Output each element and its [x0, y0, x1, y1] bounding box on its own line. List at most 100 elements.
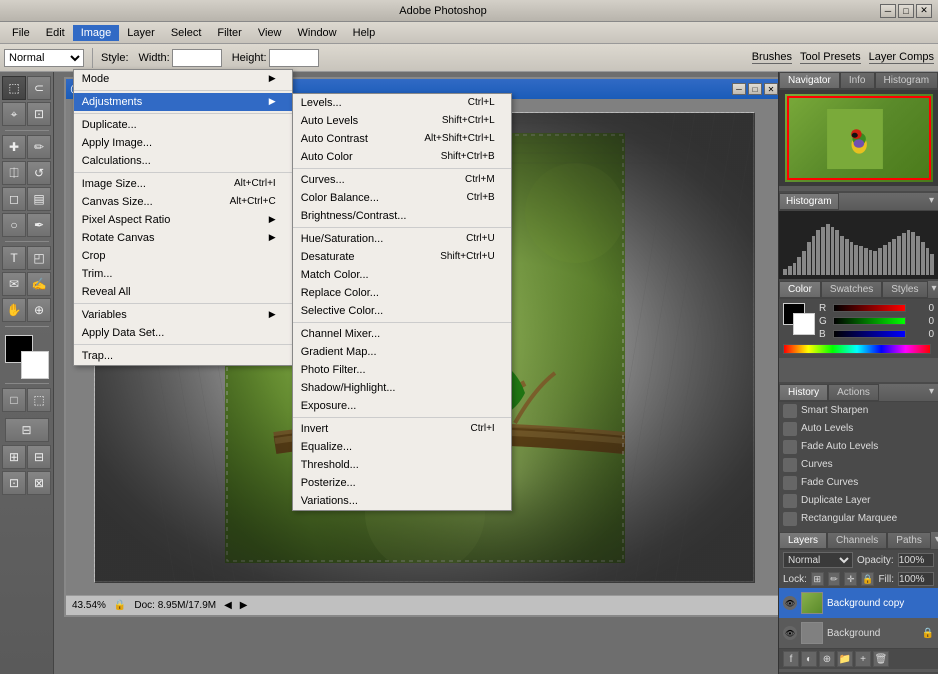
history-item-duplicate-layer[interactable]: Duplicate Layer	[779, 492, 938, 510]
history-item-fade-auto-levels[interactable]: Fade Auto Levels	[779, 438, 938, 456]
menu-pixel-aspect-ratio[interactable]: Pixel Aspect Ratio▶	[74, 211, 292, 229]
tab-info[interactable]: Info	[840, 72, 875, 89]
layer-adjustment-btn[interactable]: ⊕	[819, 651, 835, 667]
menu-select[interactable]: Select	[163, 25, 210, 41]
adj-selective-color[interactable]: Selective Color...	[293, 302, 511, 320]
tool-extra3[interactable]: ⊡	[2, 471, 26, 495]
fill-input[interactable]	[898, 572, 934, 586]
adj-color-balance[interactable]: Color Balance...Ctrl+B	[293, 189, 511, 207]
width-input[interactable]	[172, 49, 222, 67]
menu-view[interactable]: View	[250, 25, 290, 41]
menu-canvas-size[interactable]: Canvas Size...Alt+Ctrl+C	[74, 193, 292, 211]
adj-brightness-contrast[interactable]: Brightness/Contrast...	[293, 207, 511, 225]
doc-maximize-btn[interactable]: □	[748, 83, 762, 95]
b-slider[interactable]	[833, 330, 906, 338]
lock-image-btn[interactable]: ✏	[828, 572, 841, 586]
menu-crop[interactable]: Crop	[74, 247, 292, 265]
adj-invert[interactable]: InvertCtrl+I	[293, 420, 511, 438]
tool-eyedropper[interactable]: ✍	[27, 272, 51, 296]
history-item-auto-levels[interactable]: Auto Levels	[779, 420, 938, 438]
layer-mask-btn[interactable]: ◐	[801, 651, 817, 667]
hist-panel-menu[interactable]: ▾	[925, 193, 938, 210]
history-item-rect-marquee[interactable]: Rectangular Marquee	[779, 510, 938, 528]
menu-image[interactable]: Image Mode▶ Adjustments▶ Levels...Ctrl+L…	[73, 25, 120, 41]
tool-dodge[interactable]: ○	[2, 213, 26, 237]
tool-extra4[interactable]: ⊠	[27, 471, 51, 495]
close-button[interactable]: ✕	[916, 4, 932, 18]
layer-style-btn[interactable]: f	[783, 651, 799, 667]
g-slider[interactable]	[833, 317, 906, 325]
tool-slice[interactable]: ⊡	[27, 102, 51, 126]
menu-variables[interactable]: Variables▶	[74, 306, 292, 324]
adj-levels[interactable]: Levels...Ctrl+L	[293, 94, 511, 112]
layer-group-btn[interactable]: 📁	[837, 651, 853, 667]
menu-window[interactable]: Window	[290, 25, 345, 41]
minimize-button[interactable]: ─	[880, 4, 896, 18]
layer-eye-icon[interactable]: 👁	[783, 626, 797, 640]
tool-eraser[interactable]: ◻	[2, 187, 26, 211]
adj-curves[interactable]: Curves...Ctrl+M	[293, 171, 511, 189]
layer-delete-btn[interactable]: 🗑	[873, 651, 889, 667]
adj-replace-color[interactable]: Replace Color...	[293, 284, 511, 302]
tab-navigator[interactable]: Navigator	[779, 72, 840, 89]
tool-marquee[interactable]: ⬚	[2, 76, 26, 100]
adj-desaturate[interactable]: DesaturateShift+Ctrl+U	[293, 248, 511, 266]
layer-item-background-copy[interactable]: 👁 Background copy	[779, 588, 938, 618]
height-input[interactable]	[269, 49, 319, 67]
menu-trim[interactable]: Trim...	[74, 265, 292, 283]
tab-color[interactable]: Color	[779, 281, 821, 298]
lock-transparent-btn[interactable]: ⊞	[811, 572, 824, 586]
tool-text[interactable]: T	[2, 246, 26, 270]
adj-channel-mixer[interactable]: Channel Mixer...	[293, 325, 511, 343]
doc-minimize-btn[interactable]: ─	[732, 83, 746, 95]
color-panel-menu[interactable]: ▾	[928, 281, 938, 298]
menu-file[interactable]: File	[4, 25, 38, 41]
tab-styles[interactable]: Styles	[882, 281, 927, 298]
tab-layers[interactable]: Layers	[779, 532, 827, 549]
maximize-button[interactable]: □	[898, 4, 914, 18]
scroll-left-btn[interactable]: ◀	[224, 600, 232, 611]
adj-photo-filter[interactable]: Photo Filter...	[293, 361, 511, 379]
menu-help[interactable]: Help	[345, 25, 384, 41]
menu-reveal-all[interactable]: Reveal All	[74, 283, 292, 301]
menu-rotate-canvas[interactable]: Rotate Canvas▶	[74, 229, 292, 247]
tool-presets-label[interactable]: Tool Presets	[800, 51, 861, 64]
adj-exposure[interactable]: Exposure...	[293, 397, 511, 415]
tool-hand[interactable]: ✋	[2, 298, 26, 322]
adj-auto-contrast[interactable]: Auto ContrastAlt+Shift+Ctrl+L	[293, 130, 511, 148]
tool-history-brush[interactable]: ↺	[27, 161, 51, 185]
history-item-fade-curves[interactable]: Fade Curves	[779, 474, 938, 492]
menu-trap[interactable]: Trap...	[74, 347, 292, 365]
tool-clone[interactable]: ⎅	[2, 161, 26, 185]
tool-screen-mode[interactable]: ⊟	[5, 418, 49, 442]
opacity-input[interactable]	[898, 553, 934, 567]
adj-hue-saturation[interactable]: Hue/Saturation...Ctrl+U	[293, 230, 511, 248]
tool-gradient[interactable]: ▤	[27, 187, 51, 211]
bg-color-swatch[interactable]	[793, 313, 815, 335]
tab-actions[interactable]: Actions	[828, 384, 879, 401]
layer-item-background[interactable]: 👁 Background 🔒	[779, 618, 938, 648]
adj-match-color[interactable]: Match Color...	[293, 266, 511, 284]
tool-zoom[interactable]: ⊕	[27, 298, 51, 322]
background-color[interactable]	[21, 351, 49, 379]
tab-history[interactable]: History	[779, 384, 828, 401]
color-spectrum[interactable]	[783, 344, 931, 354]
menu-adjustments[interactable]: Adjustments▶ Levels...Ctrl+L Auto Levels…	[74, 93, 292, 111]
tool-extra1[interactable]: ⊞	[2, 445, 26, 469]
adj-equalize[interactable]: Equalize...	[293, 438, 511, 456]
adj-auto-color[interactable]: Auto ColorShift+Ctrl+B	[293, 148, 511, 166]
tab-histogram2[interactable]: Histogram	[779, 193, 839, 210]
tool-extra2[interactable]: ⊟	[27, 445, 51, 469]
scroll-right-btn[interactable]: ▶	[240, 600, 248, 611]
tool-heal[interactable]: ✚	[2, 135, 26, 159]
menu-filter[interactable]: Filter	[209, 25, 249, 41]
tab-paths[interactable]: Paths	[887, 532, 931, 549]
tool-standard-mode[interactable]: □	[2, 388, 26, 412]
menu-image-size[interactable]: Image Size...Alt+Ctrl+I	[74, 175, 292, 193]
tab-channels[interactable]: Channels	[827, 532, 887, 549]
adj-posterize[interactable]: Posterize...	[293, 474, 511, 492]
history-item-select-inverse[interactable]: Select Inverse	[779, 528, 938, 530]
adj-auto-levels[interactable]: Auto LevelsShift+Ctrl+L	[293, 112, 511, 130]
lock-all-btn[interactable]: 🔒	[861, 572, 874, 586]
tool-lasso[interactable]: ⊂	[27, 76, 51, 100]
